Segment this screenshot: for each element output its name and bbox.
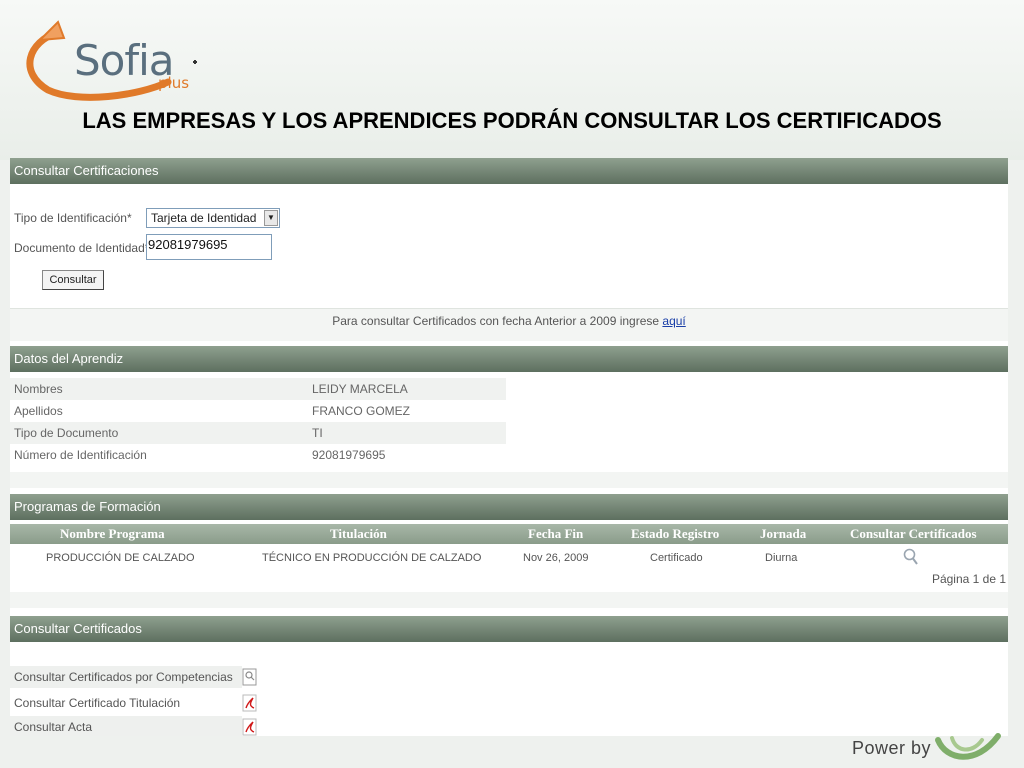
aprendiz-row-label: Tipo de Documento [14, 426, 119, 440]
power-by-label: Power by [852, 738, 932, 758]
section-header-datos-aprendiz: Datos del Aprendiz [10, 346, 1008, 372]
pagination-label: Página 1 de 1 [931, 572, 1006, 586]
cell-jornada: Diurna [765, 552, 798, 564]
cell-nombre-programa: PRODUCCIÓN DE CALZADO [46, 552, 195, 564]
aprendiz-row: Nombres LEIDY MARCELA [10, 378, 506, 400]
documento-identidad-label: Documento de Identidad* [14, 241, 150, 255]
pdf-icon[interactable] [242, 694, 258, 712]
column-header: Titulación [330, 526, 387, 541]
column-header: Estado Registro [631, 526, 720, 541]
cert-link-titulacion[interactable]: Consultar Certificado Titulación [10, 692, 242, 714]
sofia-plus-logo: Sofia plus [18, 12, 208, 104]
cert-link-acta[interactable]: Consultar Acta [10, 716, 242, 736]
logo-subtitle: plus [158, 74, 190, 92]
aprendiz-row-value: 92081979695 [312, 448, 386, 462]
aprendiz-row: Número de Identificación 92081979695 [10, 444, 506, 466]
cell-estado-registro: Certificado [650, 552, 703, 564]
magnifier-icon[interactable] [903, 548, 919, 566]
column-header: Nombre Programa [60, 526, 165, 541]
info-strip: Para consultar Certificados con fecha An… [10, 308, 1008, 341]
aprendiz-row-label: Nombres [14, 382, 63, 396]
documento-identidad-input[interactable]: 92081979695 [146, 234, 272, 260]
column-header: Consultar Certificados [850, 526, 977, 541]
section-spacer [10, 472, 1008, 488]
search-document-icon[interactable] [242, 668, 258, 686]
section-header-consultar-certificaciones: Consultar Certificaciones [10, 158, 1008, 184]
page-title: LAS EMPRESAS Y LOS APRENDICES PODRÁN CON… [82, 108, 942, 133]
aqui-link[interactable]: aquí [662, 314, 685, 328]
tipo-identificacion-select[interactable]: Tarjeta de Identidad ▼ [146, 208, 280, 228]
aprendiz-row-value: FRANCO GOMEZ [312, 404, 410, 418]
pdf-icon[interactable] [242, 718, 258, 736]
aprendiz-row-label: Número de Identificación [14, 448, 147, 462]
info-text: Para consultar Certificados con fecha An… [332, 314, 663, 328]
section-header-consultar-certificados: Consultar Certificados [10, 616, 1008, 642]
programas-table-header: Nombre Programa Titulación Fecha Fin Est… [10, 524, 1008, 544]
aprendiz-row-value: LEIDY MARCELA [312, 382, 408, 396]
partner-logo-icon [935, 733, 1001, 760]
aprendiz-row-label: Apellidos [14, 404, 63, 418]
cert-link-competencias[interactable]: Consultar Certificados por Competencias [10, 666, 242, 688]
aprendiz-row: Apellidos FRANCO GOMEZ [10, 400, 506, 422]
consultar-button[interactable]: Consultar [42, 270, 104, 290]
column-header: Jornada [760, 526, 807, 541]
aprendiz-row-value: TI [312, 426, 323, 440]
aprendiz-row: Tipo de Documento TI [10, 422, 506, 444]
cell-fecha-fin: Nov 26, 2009 [523, 552, 589, 564]
cell-titulacion: TÉCNICO EN PRODUCCIÓN DE CALZADO [262, 552, 482, 564]
tipo-identificacion-value: Tarjeta de Identidad [151, 211, 257, 225]
section-header-programas-formacion: Programas de Formación [10, 494, 1008, 520]
chevron-down-icon[interactable]: ▼ [264, 210, 278, 226]
column-header: Fecha Fin [528, 526, 584, 541]
sofia-screenshot-panel: Consultar Certificaciones Tipo de Identi… [10, 158, 1008, 736]
section-spacer [10, 592, 1008, 608]
tipo-identificacion-label: Tipo de Identificación* [14, 211, 132, 225]
